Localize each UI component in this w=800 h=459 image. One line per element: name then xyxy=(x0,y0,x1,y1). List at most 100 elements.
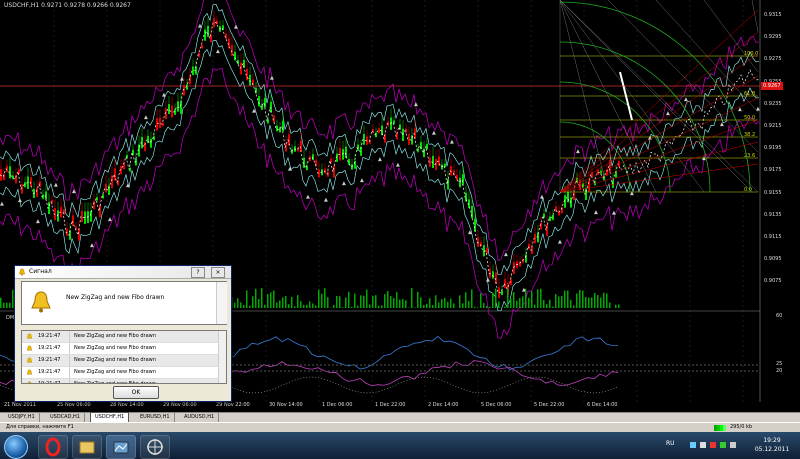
volume-bar xyxy=(285,296,287,308)
tab-usdjpy[interactable]: USDJPY,H1 xyxy=(4,413,40,422)
price-tick-label: 0.9175 xyxy=(764,167,782,174)
signal-arrow: ▲ xyxy=(576,148,580,154)
log-row[interactable]: 19:21:47 New ZigZag and new Fibo drawn xyxy=(22,343,226,355)
candle-body xyxy=(441,164,443,170)
time-tick-label: 21 Nov 2011 xyxy=(4,402,37,408)
ok-button[interactable]: OK xyxy=(113,386,159,399)
volume-bar xyxy=(411,288,413,308)
security-icon[interactable] xyxy=(710,442,716,448)
start-button[interactable] xyxy=(4,435,28,459)
time-tick-label: 1 Dec 06:00 xyxy=(322,402,353,408)
volume-bar xyxy=(594,292,596,308)
alert-log-list: 19:21:47 New ZigZag and new Fibo drawn 19:… xyxy=(21,330,227,384)
volume-bar xyxy=(558,296,560,308)
candle-body xyxy=(525,254,527,263)
volume-bar xyxy=(282,297,284,308)
clock[interactable]: 19:29 05.12.2011 xyxy=(752,436,792,454)
volume-bar xyxy=(432,305,434,308)
candle-body xyxy=(111,175,113,189)
price-tick-label: 0.9315 xyxy=(764,12,782,18)
bell-large-icon xyxy=(31,291,51,313)
candle-body xyxy=(459,177,461,188)
volume-bar xyxy=(339,296,341,308)
tab-usdcad[interactable]: USDCAD,H1 xyxy=(46,413,85,422)
price-tick-label: 0.9135 xyxy=(764,211,782,218)
crosshair-taskbar-icon[interactable] xyxy=(140,435,170,459)
fibo-level-label: 50.0 xyxy=(744,115,755,121)
column-separator xyxy=(69,343,70,354)
price-tick-label: 0.9215 xyxy=(764,123,782,129)
signal-arrow: ▲ xyxy=(18,197,22,203)
candle-body xyxy=(474,218,476,232)
volume-bar xyxy=(363,295,365,308)
volume-bar xyxy=(507,288,509,308)
volume-icon[interactable] xyxy=(730,442,736,448)
volume-bar xyxy=(573,305,575,308)
candle-body xyxy=(423,148,425,158)
dialog-titlebar[interactable]: Сигнал ? × xyxy=(15,266,231,279)
signal-arrow: ▲ xyxy=(684,97,688,103)
candle-body xyxy=(72,215,74,226)
tray-arrow-icon[interactable] xyxy=(690,442,696,448)
candle-body xyxy=(492,271,494,279)
volume-bar xyxy=(261,288,263,308)
log-text: New ZigZag and new Fibo drawn xyxy=(74,381,156,384)
help-button[interactable]: ? xyxy=(191,267,205,278)
language-indicator[interactable]: RU xyxy=(666,440,675,447)
message-scrollbar[interactable] xyxy=(216,282,227,324)
volume-bar xyxy=(3,302,5,308)
signal-arrow: ▲ xyxy=(162,92,166,98)
volume-bar xyxy=(246,290,248,308)
volume-bar xyxy=(297,295,299,308)
volume-bar xyxy=(294,306,296,308)
volume-bar xyxy=(348,291,350,308)
candle-body xyxy=(171,105,173,118)
volume-bar xyxy=(540,288,542,308)
tab-eurusd[interactable]: EURUSD,H1 xyxy=(136,413,175,422)
signal-arrow: ▲ xyxy=(72,189,76,195)
log-row[interactable]: 19:21:47 New ZigZag and new Fibo drawn xyxy=(22,355,226,367)
volume-bar xyxy=(600,297,602,308)
log-row[interactable]: 19:21:47 New ZigZag and new Fibo drawn xyxy=(22,367,226,379)
tab-audusd[interactable]: AUDUSD,H1 xyxy=(180,413,220,422)
log-text: New ZigZag and new Fibo drawn xyxy=(74,369,156,375)
volume-bar xyxy=(366,289,368,308)
candle-body xyxy=(3,173,5,181)
volume-bar xyxy=(384,294,386,308)
volume-bar xyxy=(531,291,533,308)
message-box: New ZigZag and new Fibo drawn xyxy=(21,281,227,325)
taskbar: RU 19:29 05.12.2011 xyxy=(0,432,800,459)
volume-bar xyxy=(474,306,476,308)
volume-bar xyxy=(258,299,260,308)
flag-icon[interactable] xyxy=(720,442,726,448)
folder-taskbar-icon[interactable] xyxy=(72,435,102,459)
candle-body xyxy=(159,117,161,129)
opera-taskbar-icon[interactable] xyxy=(38,435,68,459)
signal-arrow: ▲ xyxy=(90,242,94,248)
log-row[interactable]: 19:21:47 New ZigZag and new Fibo drawn xyxy=(22,331,226,343)
log-scrollbar[interactable] xyxy=(218,331,226,383)
candle-body xyxy=(546,224,548,237)
fibo-fan-line xyxy=(559,141,759,193)
log-text: New ZigZag and new Fibo drawn xyxy=(74,333,156,339)
candle-body xyxy=(81,210,83,222)
volume-bar xyxy=(444,297,446,308)
subwindow-tick: 60 xyxy=(776,313,783,319)
metatrader-taskbar-icon[interactable] xyxy=(106,435,136,459)
volume-bar xyxy=(240,302,242,308)
volume-bar xyxy=(372,295,374,308)
candle-body xyxy=(447,179,449,190)
volume-bar xyxy=(588,297,590,308)
volume-bar xyxy=(426,303,428,308)
candle-body xyxy=(276,125,278,132)
log-row[interactable]: 19:21:47 New ZigZag and new Fibo drawn xyxy=(22,379,226,384)
price-scale[interactable]: 0.93150.92950.92750.92550.92350.92150.91… xyxy=(760,0,800,400)
volume-bar xyxy=(279,300,281,308)
volume-bar xyxy=(570,299,572,308)
close-button[interactable]: × xyxy=(211,267,225,278)
volume-bar xyxy=(597,294,599,308)
envelope-upper xyxy=(0,4,760,276)
network-icon[interactable] xyxy=(700,442,706,448)
log-time: 19:21:47 xyxy=(38,381,61,384)
signal-arrow: ▲ xyxy=(360,177,364,183)
